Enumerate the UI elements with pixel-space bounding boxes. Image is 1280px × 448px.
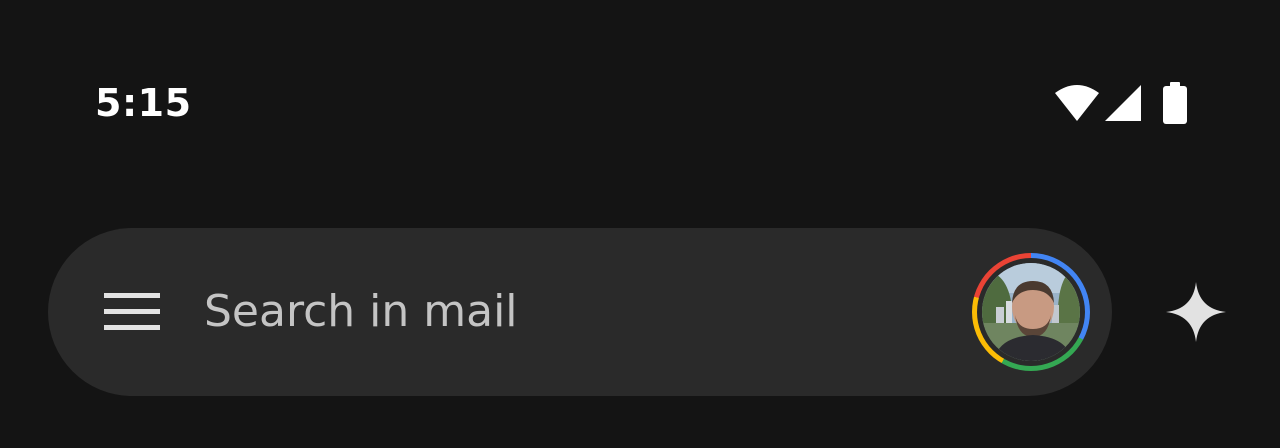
status-time: 5:15 bbox=[95, 81, 192, 125]
gmail-screen: 5:15 Search in mail bbox=[0, 0, 1280, 448]
search-input[interactable]: Search in mail bbox=[204, 280, 944, 344]
cellular-signal-icon bbox=[1105, 85, 1141, 121]
avatar bbox=[982, 263, 1080, 361]
avatar-photo bbox=[982, 263, 1080, 361]
status-icons bbox=[1054, 82, 1194, 124]
search-bar[interactable]: Search in mail bbox=[48, 228, 1112, 396]
gemini-button[interactable] bbox=[1156, 272, 1236, 352]
wifi-icon bbox=[1055, 85, 1099, 121]
sparkle-icon bbox=[1166, 282, 1226, 342]
hamburger-menu-icon bbox=[104, 293, 160, 330]
account-avatar-button[interactable] bbox=[972, 253, 1090, 371]
status-bar: 5:15 bbox=[0, 0, 1280, 200]
menu-button[interactable] bbox=[88, 272, 176, 352]
battery-icon bbox=[1163, 82, 1187, 124]
